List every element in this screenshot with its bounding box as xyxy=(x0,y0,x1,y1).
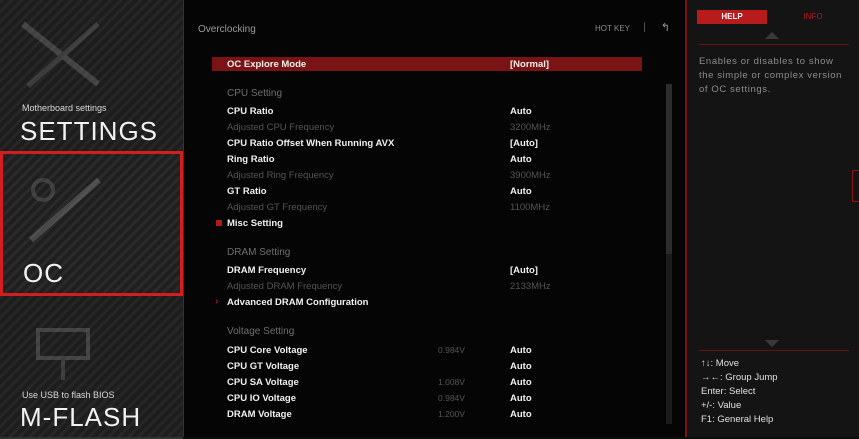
row-label: GT Ratio xyxy=(227,186,267,197)
oc-panel[interactable]: OC xyxy=(0,151,183,296)
section-cpu-setting: CPU Setting xyxy=(227,88,283,99)
row-value: Auto xyxy=(510,345,532,356)
section-dram-setting: DRAM Setting xyxy=(227,247,291,258)
row-value: Auto xyxy=(510,106,532,117)
row-label: DRAM Voltage xyxy=(227,409,292,420)
help-panel: HELP INFO Enables or disables to show th… xyxy=(685,0,859,437)
row-current-voltage: 1.200V xyxy=(438,409,465,419)
row-value: 1100MHz xyxy=(510,202,550,213)
divider xyxy=(699,44,849,45)
row-adjusted-ring-frequency: Adjusted Ring Frequency 3900MHz xyxy=(212,168,642,183)
row-label: DRAM Frequency xyxy=(227,265,307,276)
scrollbar-thumb[interactable] xyxy=(666,84,672,254)
chevron-right-icon: › xyxy=(215,296,219,307)
row-label: CPU GT Voltage xyxy=(227,361,300,372)
scroll-up-icon[interactable] xyxy=(765,32,779,39)
scroll-down-icon[interactable] xyxy=(765,340,779,347)
row-gt-ratio[interactable]: GT Ratio Auto xyxy=(212,184,642,199)
key-value: +/-: Value xyxy=(701,400,742,411)
row-cpu-core-voltage[interactable]: CPU Core Voltage 0.984V Auto xyxy=(212,343,642,358)
mflash-title: M-FLASH xyxy=(20,402,142,432)
row-label: CPU Core Voltage xyxy=(227,345,308,356)
page-title: Overclocking xyxy=(198,24,256,35)
row-label: OC Explore Mode xyxy=(227,59,307,70)
top-bar: Overclocking HOT KEY | ↰ xyxy=(184,0,686,40)
row-cpu-sa-voltage[interactable]: CPU SA Voltage 1.008V Auto xyxy=(212,375,642,390)
row-label: CPU IO Voltage xyxy=(227,393,296,404)
row-adjusted-cpu-frequency: Adjusted CPU Frequency 3200MHz xyxy=(212,120,642,135)
scrollbar[interactable] xyxy=(666,84,672,424)
row-label: CPU SA Voltage xyxy=(227,377,299,388)
row-value: 2133MHz xyxy=(510,281,551,292)
row-advanced-dram-configuration[interactable]: › Advanced DRAM Configuration xyxy=(212,295,642,310)
row-value: Auto xyxy=(510,377,532,388)
row-label: CPU Ratio Offset When Running AVX xyxy=(227,138,395,149)
back-icon[interactable]: ↰ xyxy=(661,21,670,34)
sidebar: Motherboard settings SETTINGS OC Use USB… xyxy=(0,0,183,439)
main-panel: Overclocking HOT KEY | ↰ OC Explore Mode… xyxy=(183,0,686,437)
row-value: Auto xyxy=(510,361,532,372)
row-label: Adjusted GT Frequency xyxy=(227,202,328,213)
row-value: [Auto] xyxy=(510,265,538,276)
submenu-marker-icon xyxy=(216,220,222,226)
panel-handle[interactable] xyxy=(852,170,859,202)
row-cpu-ratio-offset-avx[interactable]: CPU Ratio Offset When Running AVX [Auto] xyxy=(212,136,642,151)
row-value: [Normal] xyxy=(510,59,550,70)
tab-help[interactable]: HELP xyxy=(697,10,767,24)
row-label: Adjusted DRAM Frequency xyxy=(227,281,343,292)
oc-title: OC xyxy=(23,258,64,288)
row-label: Adjusted CPU Frequency xyxy=(227,122,335,133)
tools-icon xyxy=(21,21,100,88)
key-legend: ↑↓: Move →←: Group Jump Enter: Select +/… xyxy=(701,357,778,427)
row-ring-ratio[interactable]: Ring Ratio Auto xyxy=(212,152,642,167)
row-cpu-io-voltage[interactable]: CPU IO Voltage 0.984V Auto xyxy=(212,391,642,406)
separator: | xyxy=(643,22,646,33)
divider xyxy=(699,350,849,351)
row-current-voltage: 1.008V xyxy=(438,377,465,387)
tab-info[interactable]: INFO xyxy=(777,10,849,24)
help-tabs: HELP INFO xyxy=(687,6,859,28)
wrench-icon xyxy=(29,177,101,243)
section-voltage-setting: Voltage Setting xyxy=(227,326,295,337)
mflash-subtitle: Use USB to flash BIOS xyxy=(22,390,115,400)
row-cpu-ratio[interactable]: CPU Ratio Auto xyxy=(212,104,642,119)
row-dram-voltage[interactable]: DRAM Voltage 1.200V Auto xyxy=(212,407,642,422)
row-value: [Auto] xyxy=(510,138,538,149)
row-value: 3200MHz xyxy=(510,122,551,133)
usb-icon xyxy=(36,328,90,380)
settings-panel[interactable]: Motherboard settings SETTINGS xyxy=(0,0,183,153)
row-label: CPU Ratio xyxy=(227,106,274,117)
row-value: Auto xyxy=(510,154,532,165)
row-label: Adjusted Ring Frequency xyxy=(227,170,334,181)
key-general-help: F1: General Help xyxy=(701,414,774,425)
row-value: Auto xyxy=(510,393,532,404)
row-adjusted-gt-frequency: Adjusted GT Frequency 1100MHz xyxy=(212,200,642,215)
row-label: Misc Setting xyxy=(227,218,283,229)
hotkey-button[interactable]: HOT KEY xyxy=(595,24,630,33)
help-text: Enables or disables to show the simple o… xyxy=(699,56,843,95)
row-label: Advanced DRAM Configuration xyxy=(227,297,369,308)
key-select: Enter: Select xyxy=(701,386,756,397)
row-cpu-gt-voltage[interactable]: CPU GT Voltage Auto xyxy=(212,359,642,374)
row-current-voltage: 0.984V xyxy=(438,345,465,355)
settings-subtitle: Motherboard settings xyxy=(22,103,107,113)
row-current-voltage: 0.984V xyxy=(438,393,465,403)
key-move: ↑↓: Move xyxy=(701,358,740,369)
row-label: Ring Ratio xyxy=(227,154,275,165)
row-dram-frequency[interactable]: DRAM Frequency [Auto] xyxy=(212,263,642,278)
row-value: Auto xyxy=(510,409,532,420)
row-value: Auto xyxy=(510,186,532,197)
row-misc-setting[interactable]: Misc Setting xyxy=(212,216,642,231)
row-value: 3900MHz xyxy=(510,170,551,181)
row-adjusted-dram-frequency: Adjusted DRAM Frequency 2133MHz xyxy=(212,279,642,294)
key-group-jump: →←: Group Jump xyxy=(701,372,778,383)
settings-title: SETTINGS xyxy=(20,116,159,146)
mflash-panel[interactable]: Use USB to flash BIOS M-FLASH xyxy=(0,296,183,439)
row-oc-explore-mode[interactable]: OC Explore Mode [Normal] xyxy=(212,57,642,71)
